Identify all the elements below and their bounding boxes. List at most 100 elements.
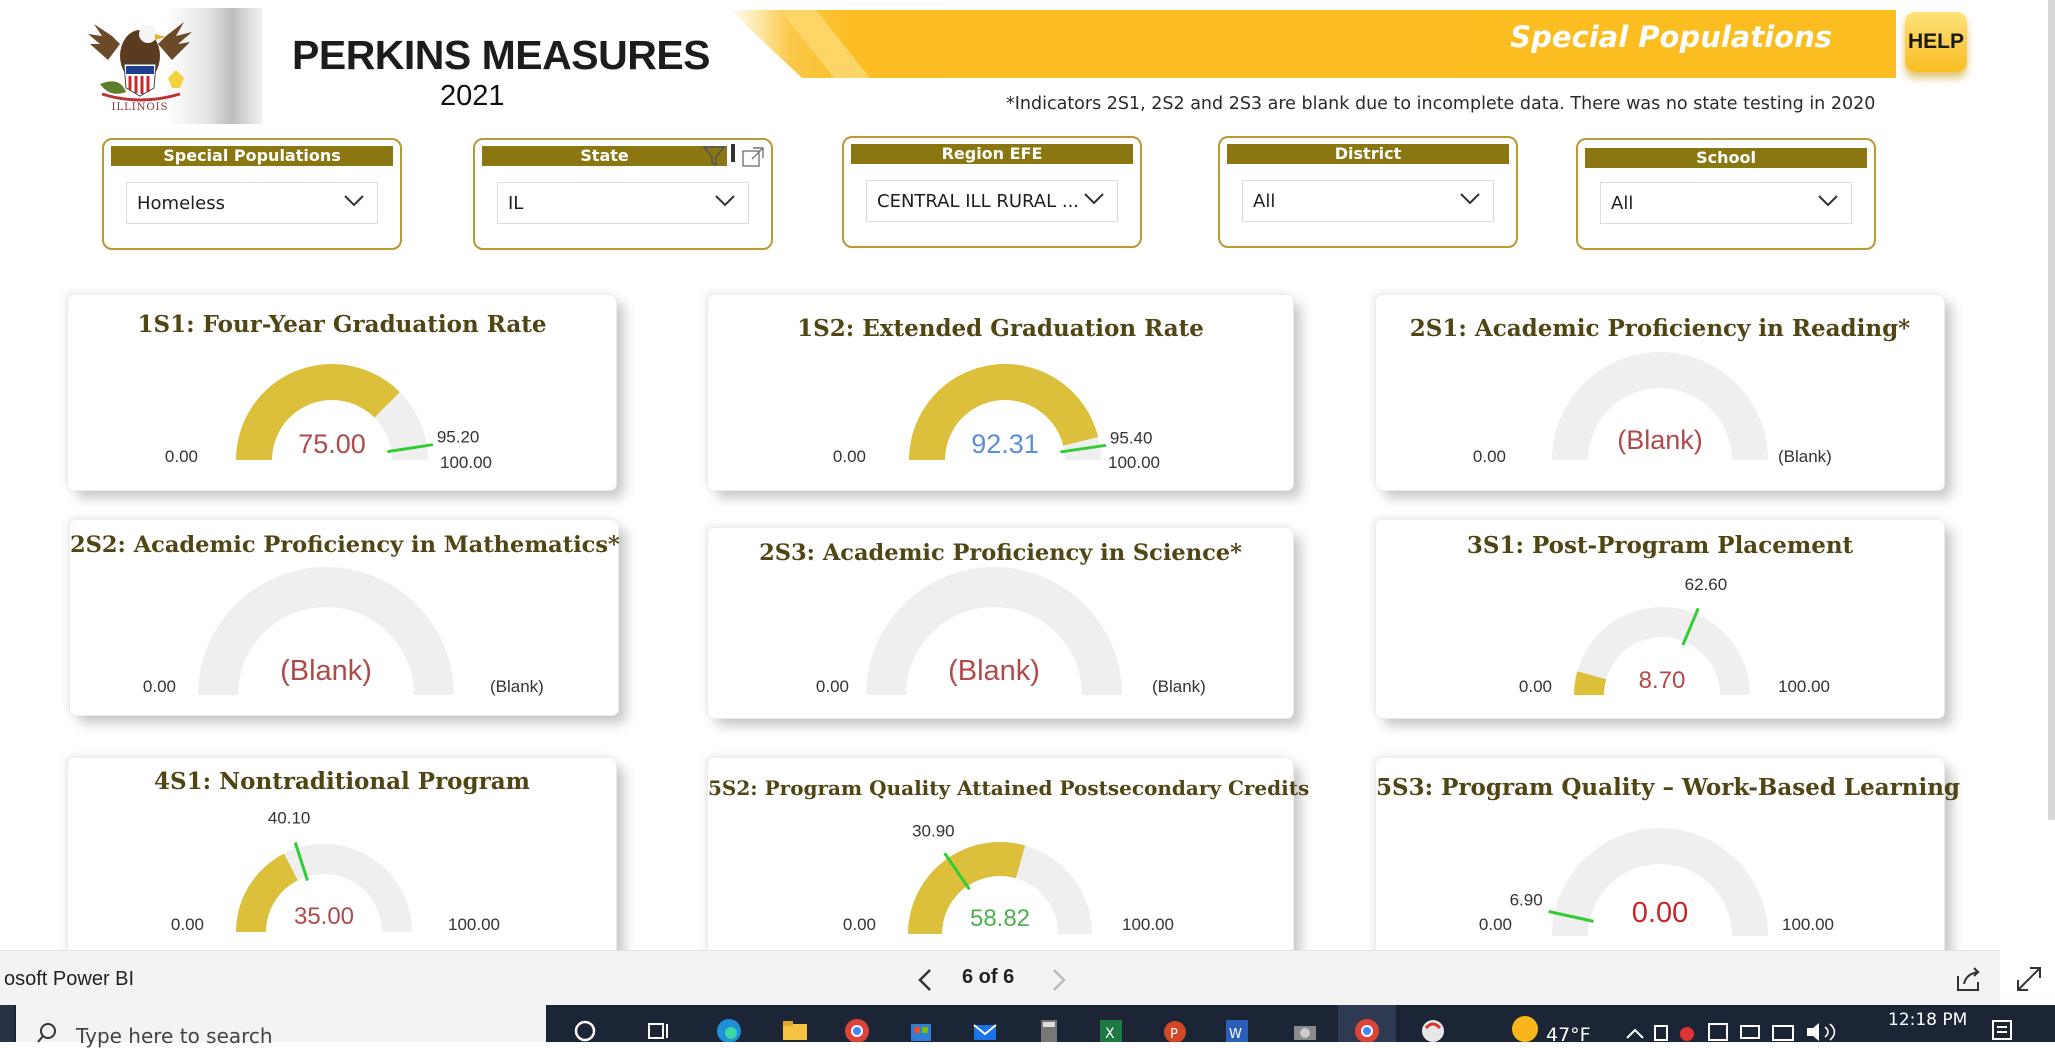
excel-icon[interactable]: X — [1096, 1016, 1126, 1042]
gauge-card-4s1[interactable]: 4S1: Nontraditional Program 40.10 0.00 100… — [68, 758, 616, 958]
gauge-value: 35.00 — [294, 903, 354, 930]
gauge-min-label: 0.00 — [165, 447, 198, 466]
state-slicer: State IL — [473, 138, 773, 250]
gauge-min-label: 0.00 — [843, 915, 876, 934]
gauge-card-2s1[interactable]: 2S1: Academic Proficiency in Reading* 0.… — [1376, 295, 1944, 490]
gauge-fill — [236, 853, 298, 932]
illinois-seal-logo — [88, 22, 192, 102]
district-dropdown[interactable]: All — [1242, 180, 1494, 222]
start-button[interactable] — [0, 1005, 14, 1042]
gauge-max-label: 100.00 — [448, 915, 500, 934]
fullscreen-icon[interactable] — [2012, 962, 2046, 996]
chrome-active-icon[interactable] — [1352, 1016, 1382, 1042]
app-name: osoft Power BI — [4, 968, 135, 990]
help-button[interactable]: HELP — [1905, 12, 1967, 72]
gauge-min-label: 0.00 — [171, 915, 204, 934]
gauge-card-3s1[interactable]: 3S1: Post-Program Placement 62.60 0.00 100… — [1376, 520, 1944, 718]
state-dropdown[interactable]: IL — [497, 182, 749, 224]
gauge-max-label: 100.00 — [1782, 915, 1834, 934]
chevron-down-icon — [1084, 193, 1104, 205]
slicer-header: Special Populations — [111, 146, 393, 166]
gauge-value: 58.82 — [970, 905, 1030, 932]
visual-header-divider — [731, 144, 735, 162]
svg-text:W: W — [1229, 1027, 1242, 1042]
gauge-target-label: 95.40 — [1110, 428, 1153, 447]
gauge-target-label: 95.20 — [437, 428, 480, 447]
dropdown-value: All — [1611, 193, 1634, 214]
snipping-tool-icon[interactable] — [1418, 1016, 1448, 1042]
svg-text:P: P — [1170, 1027, 1178, 1042]
gauge-min-label: 0.00 — [816, 677, 849, 696]
region-efe-dropdown[interactable]: CENTRAL ILL RURAL ... — [866, 180, 1118, 222]
banner-label: Special Populations — [1510, 20, 1832, 54]
school-dropdown[interactable]: All — [1600, 182, 1852, 224]
gauge-value: (Blank) — [1617, 425, 1703, 455]
chrome-icon[interactable] — [842, 1016, 872, 1042]
gauge-max-label: 100.00 — [1122, 915, 1174, 934]
gauge-min-label: 0.00 — [833, 447, 866, 466]
cortana-icon[interactable] — [570, 1016, 600, 1042]
data-note: *Indicators 2S1, 2S2 and 2S3 are blank d… — [1006, 94, 1876, 114]
science-proficiency-gauge: 0.00 (Blank) (Blank) — [816, 567, 1206, 696]
special-populations-dropdown[interactable]: Homeless — [126, 182, 378, 224]
filter-icon[interactable] — [701, 144, 727, 168]
gauge-max-label: 100.00 — [1778, 677, 1830, 696]
camera-icon[interactable] — [1290, 1016, 1320, 1042]
file-explorer-icon[interactable] — [780, 1016, 810, 1042]
store-icon[interactable] — [906, 1016, 936, 1042]
page-year: 2021 — [440, 80, 505, 112]
logo-wordmark: ILLINOIS — [111, 102, 169, 113]
gauge-max-label: (Blank) — [490, 677, 544, 696]
gauge-min-label: 0.00 — [143, 677, 176, 696]
district-slicer: District All — [1218, 136, 1518, 248]
dropdown-value: All — [1253, 191, 1276, 212]
search-placeholder: Type here to search — [76, 1024, 273, 1048]
mail-icon[interactable] — [970, 1016, 1000, 1042]
gauge-value: 8.70 — [1639, 667, 1686, 694]
school-slicer: School All — [1576, 138, 1876, 250]
notification-icon[interactable] — [1990, 1018, 2014, 1042]
clock: 12:18 PM — [1888, 1010, 1968, 1030]
chevron-down-icon — [1460, 193, 1480, 205]
dropdown-value: CENTRAL ILL RURAL ... — [877, 191, 1080, 212]
work-based-learning-gauge: 6.90 0.00 100.00 0.00 — [1479, 828, 1834, 936]
gauge-min-label: 0.00 — [1479, 915, 1512, 934]
dropdown-value: IL — [508, 193, 524, 214]
word-icon[interactable]: W — [1222, 1016, 1252, 1042]
slicer-header: Region EFE — [851, 144, 1133, 164]
dropdown-value: Homeless — [137, 193, 225, 214]
share-icon[interactable] — [1952, 962, 1986, 996]
slicer-header: School — [1585, 148, 1867, 168]
special-populations-slicer: Special Populations Homeless — [102, 138, 402, 250]
search-icon — [37, 1023, 56, 1043]
focus-mode-icon[interactable] — [741, 146, 765, 168]
gauge-card-2s2[interactable]: 2S2: Academic Proficiency in Mathematics… — [70, 520, 620, 715]
gauge-min-label: 0.00 — [1473, 447, 1506, 466]
system-tray-icons[interactable] — [1625, 1020, 1875, 1042]
calculator-icon[interactable] — [1034, 1016, 1064, 1042]
gauge-card-1s2[interactable]: 1S2: Extended Graduation Rate 95.40 0.00 1… — [708, 295, 1293, 490]
page-title: PERKINS MEASURES — [292, 32, 711, 78]
gauge-value: 0.00 — [1632, 897, 1688, 929]
task-view-icon[interactable] — [644, 1016, 674, 1042]
chevron-down-icon — [715, 195, 735, 207]
edge-browser-icon[interactable] — [714, 1016, 744, 1042]
gauge-value: (Blank) — [280, 655, 372, 687]
scrollbar[interactable] — [2048, 0, 2055, 820]
previous-page-icon[interactable] — [908, 962, 944, 998]
gauge-card-1s1[interactable]: 1S1: Four-Year Graduation Rate 95.20 0.00… — [68, 295, 616, 490]
next-page-icon[interactable] — [1040, 962, 1076, 998]
post-program-placement-gauge: 62.60 0.00 100.00 8.70 — [1519, 575, 1830, 696]
gauge-max-label: 100.00 — [440, 453, 492, 472]
page-indicator: 6 of 6 — [962, 966, 1015, 988]
temperature-label: 47°F — [1546, 1024, 1591, 1046]
gauge-card-2s3[interactable]: 2S3: Academic Proficiency in Science* 0.… — [708, 528, 1293, 718]
slicer-header: District — [1227, 144, 1509, 164]
gauge-card-5s2[interactable]: 5S2: Program Quality Attained Postsecond… — [708, 758, 1309, 958]
gauge-card-5s3[interactable]: 5S3: Program Quality – Work-Based Learni… — [1376, 758, 1960, 958]
gauge-value: 75.00 — [298, 429, 366, 459]
weather-icon[interactable] — [1512, 1016, 1538, 1042]
gauge-value: 92.31 — [971, 429, 1039, 459]
powerpoint-icon[interactable]: P — [1160, 1016, 1190, 1042]
gauge-max-label: 100.00 — [1108, 453, 1160, 472]
